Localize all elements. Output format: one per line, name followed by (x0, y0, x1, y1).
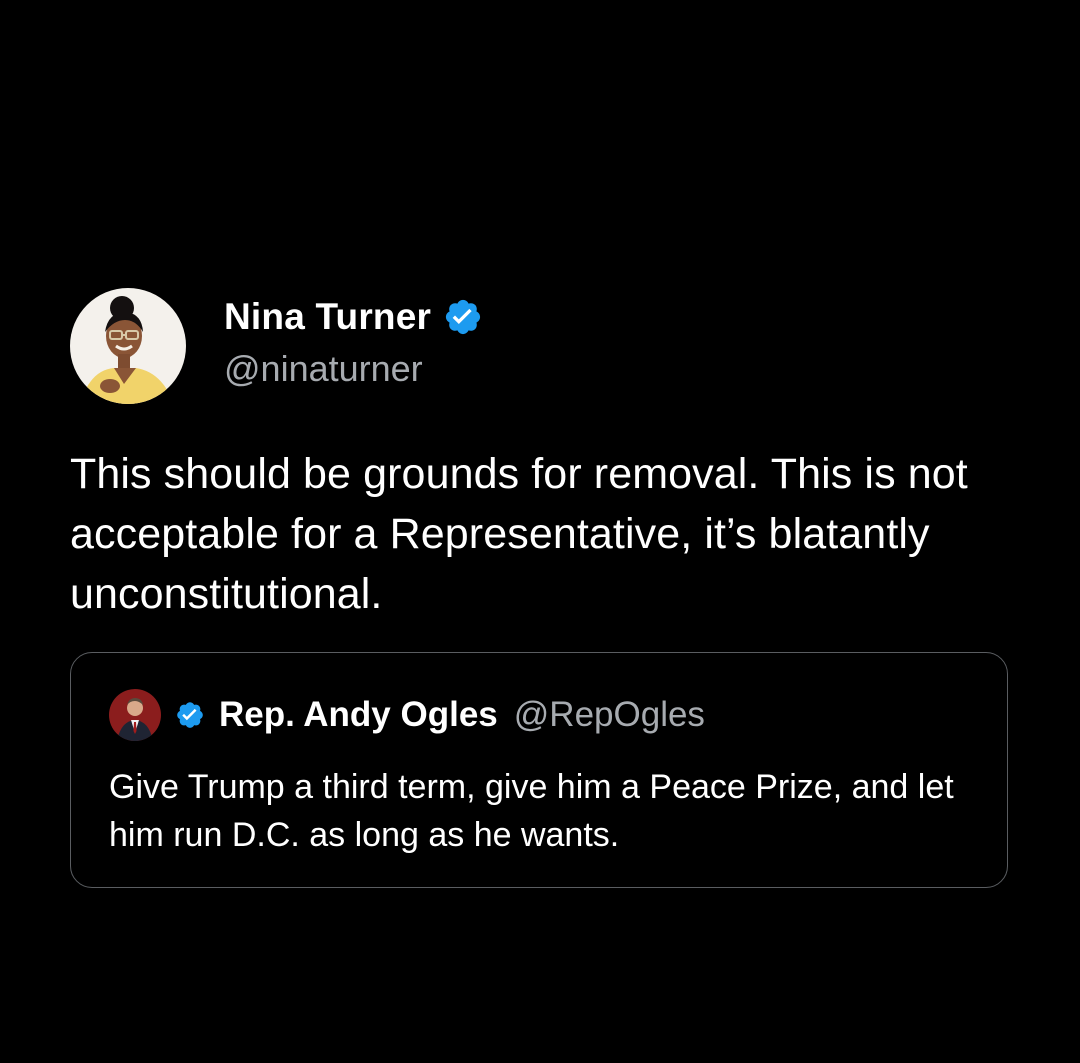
quoted-tweet-text: Give Trump a third term, give him a Peac… (109, 768, 954, 854)
author-handle[interactable]: @ninaturner (224, 348, 483, 390)
quoted-avatar[interactable] (109, 689, 161, 741)
avatar-image (70, 288, 186, 404)
author-row: Nina Turner @ninaturner (70, 288, 1010, 404)
author-info: Nina Turner @ninaturner (224, 296, 483, 390)
quoted-tweet-header: Rep. Andy Ogles @RepOgles (109, 689, 969, 741)
quoted-tweet-card[interactable]: Rep. Andy Ogles @RepOgles Give Trump a t… (70, 652, 1008, 888)
quoted-author-name[interactable]: Rep. Andy Ogles (219, 695, 498, 735)
author-name[interactable]: Nina Turner (224, 296, 431, 338)
quoted-verified-badge-icon (175, 700, 205, 730)
quoted-author-handle[interactable]: @RepOgles (514, 695, 705, 735)
avatar[interactable] (70, 288, 186, 404)
tweet-text: This should be grounds for removal. This… (70, 450, 968, 618)
name-line: Nina Turner (224, 296, 483, 338)
quoted-avatar-image (109, 689, 161, 741)
verified-badge-icon (443, 297, 483, 337)
tweet[interactable]: Nina Turner @ninaturner This should be g… (70, 288, 1010, 888)
